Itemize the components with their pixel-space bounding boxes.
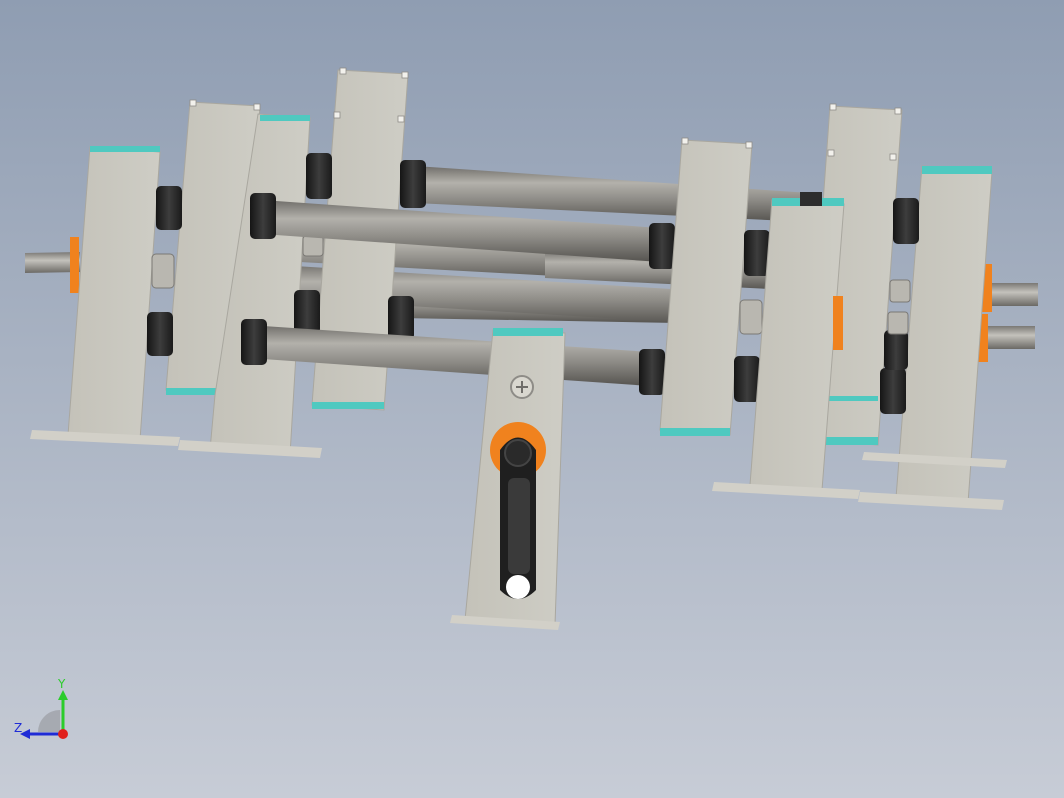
cad-viewport[interactable]: Y Z <box>0 0 1064 798</box>
center-crank-plate <box>450 328 566 630</box>
z-axis-label: Z <box>14 721 22 735</box>
right-plate-assembly <box>659 105 1007 510</box>
right-shafts <box>978 264 1038 362</box>
left-plate-assembly <box>30 69 426 458</box>
coordinate-triad: Y Z <box>14 677 68 739</box>
cad-model-view[interactable] <box>0 0 1064 798</box>
y-axis-label: Y <box>57 677 66 691</box>
handle-crank-icon[interactable] <box>500 437 536 600</box>
left-shaft <box>25 237 80 293</box>
